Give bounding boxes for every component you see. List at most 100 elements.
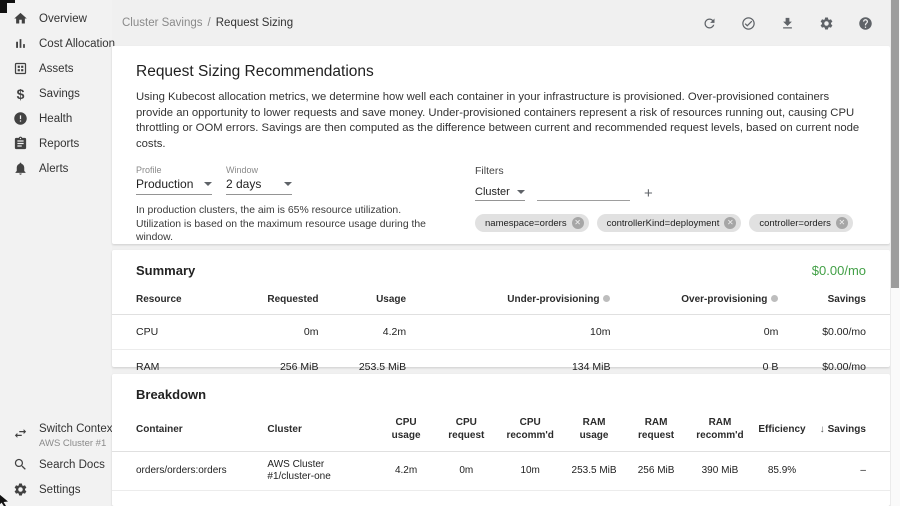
- sidebar-item-alerts[interactable]: Alerts: [0, 156, 112, 181]
- sidebar-item-search-docs[interactable]: Search Docs: [0, 452, 112, 477]
- column-header: Resource: [136, 287, 246, 314]
- cell-savings: $0.00/mo: [778, 315, 866, 349]
- sidebar-item-label: Overview: [39, 13, 87, 25]
- filter-chip-label: controller=orders: [759, 218, 831, 229]
- sidebar-item-label: Switch Context: [39, 423, 116, 435]
- column-header-sortable[interactable]: Savings: [811, 415, 866, 445]
- column-header: CPUrequest: [435, 408, 497, 451]
- summary-card: Summary $0.00/mo Resource Requested Usag…: [112, 250, 890, 367]
- sidebar-item-assets[interactable]: Assets: [0, 56, 112, 81]
- sidebar-item-cost-allocation[interactable]: Cost Allocation: [0, 31, 112, 56]
- cell-ram-usage: 253.5 MiB: [563, 458, 625, 484]
- cell-ram-recommended: 390 MiB: [687, 458, 753, 484]
- profile-note: In production clusters, the aim is 65% r…: [136, 204, 436, 245]
- cell-efficiency: 85.9%: [753, 458, 811, 484]
- filter-value-input[interactable]: [537, 185, 630, 201]
- filter-type-select[interactable]: Cluster: [475, 186, 525, 201]
- sidebar-item-label: Health: [39, 113, 72, 125]
- cell-cpu-usage: 4.2m: [377, 458, 435, 484]
- sidebar: Overview Cost Allocation Assets $ Saving…: [0, 0, 112, 506]
- remove-chip-icon[interactable]: [572, 217, 584, 229]
- sidebar-item-label: Reports: [39, 138, 79, 150]
- filter-chip-label: controllerKind=deployment: [607, 218, 720, 229]
- info-icon[interactable]: [771, 295, 778, 302]
- sidebar-item-label: Search Docs: [39, 459, 105, 471]
- cell-over-provisioning: 0m: [610, 315, 778, 349]
- sidebar-item-savings[interactable]: $ Savings: [0, 81, 112, 106]
- cell-usage: 4.2m: [319, 315, 407, 349]
- sidebar-footer: Switch Context AWS Cluster #1 Search Doc…: [0, 415, 112, 502]
- check-circle-icon[interactable]: [735, 10, 761, 36]
- clipboard-icon: [13, 136, 28, 151]
- screen-corner-artifact: [0, 0, 15, 3]
- profile-label: Profile: [136, 165, 212, 175]
- add-filter-button[interactable]: +: [644, 187, 653, 201]
- profile-value: Production: [136, 177, 193, 191]
- info-icon[interactable]: [603, 295, 610, 302]
- cell-savings: –: [811, 458, 866, 484]
- gear-icon[interactable]: [813, 10, 839, 36]
- window-label: Window: [226, 165, 292, 175]
- cell-cpu-request: 0m: [435, 458, 497, 484]
- column-header: CPUusage: [377, 408, 435, 451]
- chevron-down-icon: [517, 190, 525, 194]
- bar-chart-icon: [13, 36, 28, 51]
- window-field: Window 2 days: [226, 165, 292, 195]
- column-header: RAMrequest: [625, 408, 687, 451]
- sort-desc-icon: [820, 424, 828, 435]
- sidebar-item-settings[interactable]: Settings: [0, 477, 112, 502]
- filters-section: Filters Cluster + namespace=orders contr…: [475, 165, 853, 245]
- column-header: RAMrecomm'd: [687, 408, 753, 451]
- cell-resource: CPU: [136, 315, 246, 349]
- window-select[interactable]: 2 days: [226, 177, 292, 195]
- profile-select[interactable]: Production: [136, 177, 212, 195]
- scrollbar-thumb[interactable]: [891, 0, 899, 288]
- bell-icon: [13, 161, 28, 176]
- sidebar-item-health[interactable]: Health: [0, 106, 112, 131]
- scrollbar-track[interactable]: [890, 0, 900, 506]
- remove-chip-icon[interactable]: [836, 217, 848, 229]
- cell-cpu-recommended: 10m: [497, 458, 563, 484]
- sidebar-item-overview[interactable]: Overview: [0, 6, 112, 31]
- cell-ram-request: 256 MiB: [625, 458, 687, 484]
- refresh-icon[interactable]: [696, 10, 722, 36]
- assets-grid-icon: [13, 61, 28, 76]
- column-header: CPUrecomm'd: [497, 408, 563, 451]
- current-cluster-label: AWS Cluster #1: [39, 438, 116, 449]
- controls-row: Profile Production Window 2 days In prod…: [136, 165, 866, 245]
- chevron-down-icon: [204, 182, 212, 186]
- summary-total-savings: $0.00/mo: [812, 263, 866, 278]
- column-header: Requested: [246, 287, 319, 314]
- help-icon[interactable]: [852, 10, 878, 36]
- profile-field: Profile Production: [136, 165, 212, 195]
- sidebar-item-reports[interactable]: Reports: [0, 131, 112, 156]
- column-header: Container: [136, 415, 267, 445]
- breakdown-title: Breakdown: [136, 387, 206, 402]
- window-value: 2 days: [226, 177, 261, 191]
- column-header: Savings: [778, 287, 866, 314]
- cell-under-provisioning: 10m: [406, 315, 610, 349]
- column-header: Over-provisioning: [610, 287, 778, 314]
- breakdown-card: Breakdown Container Cluster CPUusage CPU…: [112, 374, 890, 506]
- cell-requested: 0m: [246, 315, 319, 349]
- cell-container: orders/orders:orders: [136, 458, 267, 484]
- breadcrumb-separator: /: [208, 17, 211, 29]
- mouse-cursor: [0, 494, 10, 506]
- filter-chip-label: namespace=orders: [485, 218, 567, 229]
- topbar: Cluster Savings/Request Sizing: [112, 0, 890, 46]
- table-row: CPU 0m 4.2m 10m 0m $0.00/mo: [112, 315, 890, 350]
- search-icon: [13, 457, 28, 472]
- remove-chip-icon[interactable]: [724, 217, 736, 229]
- filters-label: Filters: [475, 165, 853, 177]
- sidebar-item-switch-context[interactable]: Switch Context AWS Cluster #1: [0, 415, 112, 452]
- download-icon[interactable]: [774, 10, 800, 36]
- breadcrumb-parent-link[interactable]: Cluster Savings: [122, 17, 203, 29]
- cell-cluster: AWS Cluster #1/cluster-one: [267, 452, 377, 490]
- filter-type-value: Cluster: [475, 186, 510, 198]
- column-header: Efficiency: [753, 415, 811, 445]
- table-row[interactable]: orders/orders:orders AWS Cluster #1/clus…: [112, 452, 890, 491]
- health-alert-icon: [13, 111, 28, 126]
- breakdown-table-header: Container Cluster CPUusage CPUrequest CP…: [112, 408, 890, 452]
- chevron-down-icon: [284, 182, 292, 186]
- request-sizing-card: Request Sizing Recommendations Using Kub…: [112, 46, 890, 244]
